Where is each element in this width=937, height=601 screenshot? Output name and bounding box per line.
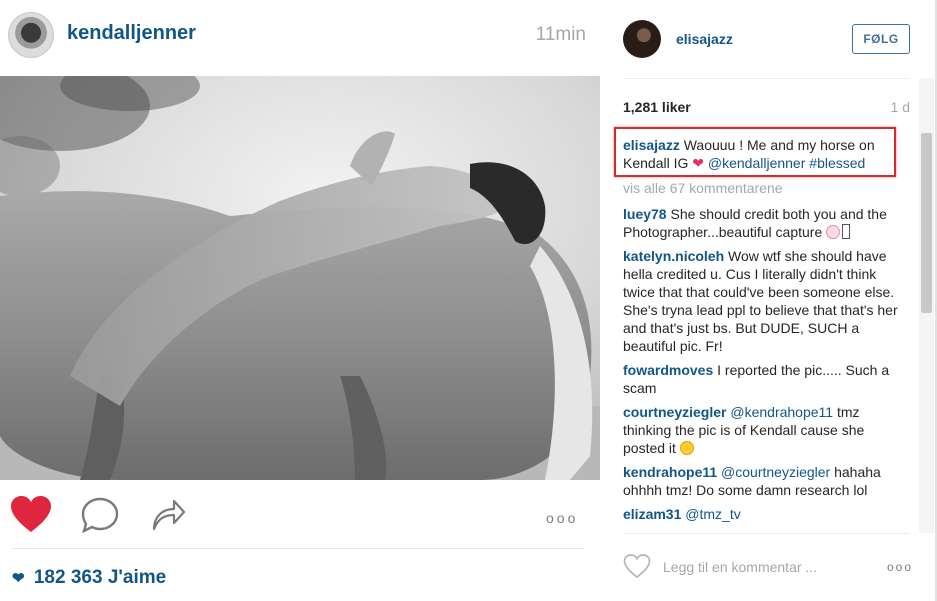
caption: elisajazz Waouuu ! Me and my horse on Ke… [614, 127, 910, 177]
post-photo [0, 76, 600, 480]
clapping-hands-emoji-icon [826, 225, 841, 239]
comment-username[interactable]: elizam31 [623, 506, 681, 522]
post-view: kendalljenner 11min ooo ❤ 182 363 J'aime [0, 0, 600, 601]
list-item: elizam31 @tmz_tv [623, 505, 910, 523]
list-item: kendrahope11 @courtneyziegler hahaha ohh… [623, 463, 910, 499]
panel-post-age: 1 d [890, 99, 910, 115]
post-header: kendalljenner 11min [0, 0, 600, 76]
likes-count: 182 363 [33, 567, 103, 588]
laughing-emoji-icon [679, 441, 694, 455]
comment-list: luey78 She should credit both you and th… [623, 205, 910, 529]
share-arrow-icon[interactable] [150, 497, 186, 536]
list-item: luey78 She should credit both you and th… [623, 205, 910, 241]
post-timestamp: 11min [535, 24, 586, 45]
heart-outline-icon[interactable] [623, 554, 651, 584]
comment-more-options-icon[interactable]: ooo [887, 560, 913, 574]
comment-username[interactable]: kendrahope11 [623, 464, 717, 480]
small-heart-icon: ❤ [12, 570, 25, 587]
heart-icon[interactable] [10, 496, 52, 539]
list-item: katelyn.nicoleh Wow wtf she should have … [623, 247, 910, 355]
comments-panel: elisajazz FØLG 1,281 liker 1 d elisajazz… [608, 0, 937, 601]
comment-input[interactable] [661, 555, 865, 579]
panel-username[interactable]: elisajazz [676, 31, 733, 47]
comment-bubble-icon[interactable] [80, 497, 120, 538]
comment-username[interactable]: courtneyziegler [623, 404, 726, 420]
add-comment-row: ooo [623, 552, 923, 582]
comment-username[interactable]: katelyn.nicoleh [623, 248, 724, 264]
poster-avatar[interactable] [8, 12, 54, 58]
more-options-icon[interactable]: ooo [546, 510, 578, 526]
missing-glyph-icon [842, 224, 851, 239]
post-divider [12, 548, 584, 549]
panel-likes[interactable]: 1,281 liker [623, 99, 691, 115]
caption-highlight-box [614, 127, 896, 177]
comment-username[interactable]: luey78 [623, 206, 667, 222]
panel-divider [623, 78, 910, 79]
panel-bottom-divider [623, 533, 910, 534]
comment-mention[interactable]: @kendrahope11 [730, 404, 833, 420]
comment-mention[interactable]: @courtneyziegler [721, 464, 830, 480]
post-photo-image [0, 76, 600, 480]
post-likes[interactable]: ❤ 182 363 J'aime [12, 567, 166, 589]
list-item: courtneyziegler @kendrahope11 tmz thinki… [623, 403, 910, 457]
follow-button[interactable]: FØLG [852, 24, 910, 54]
comments-scrollbar-thumb[interactable] [921, 133, 932, 313]
poster-username[interactable]: kendalljenner [67, 22, 196, 45]
panel-avatar[interactable] [623, 20, 661, 58]
view-all-comments-link[interactable]: vis alle 67 kommentarene [623, 180, 783, 196]
likes-label: J'aime [107, 567, 167, 588]
post-actions: ooo [0, 480, 600, 550]
list-item: fowardmoves I reported the pic..... Such… [623, 361, 910, 397]
comment-mention[interactable]: @tmz_tv [685, 506, 740, 522]
comment-username[interactable]: fowardmoves [623, 362, 713, 378]
